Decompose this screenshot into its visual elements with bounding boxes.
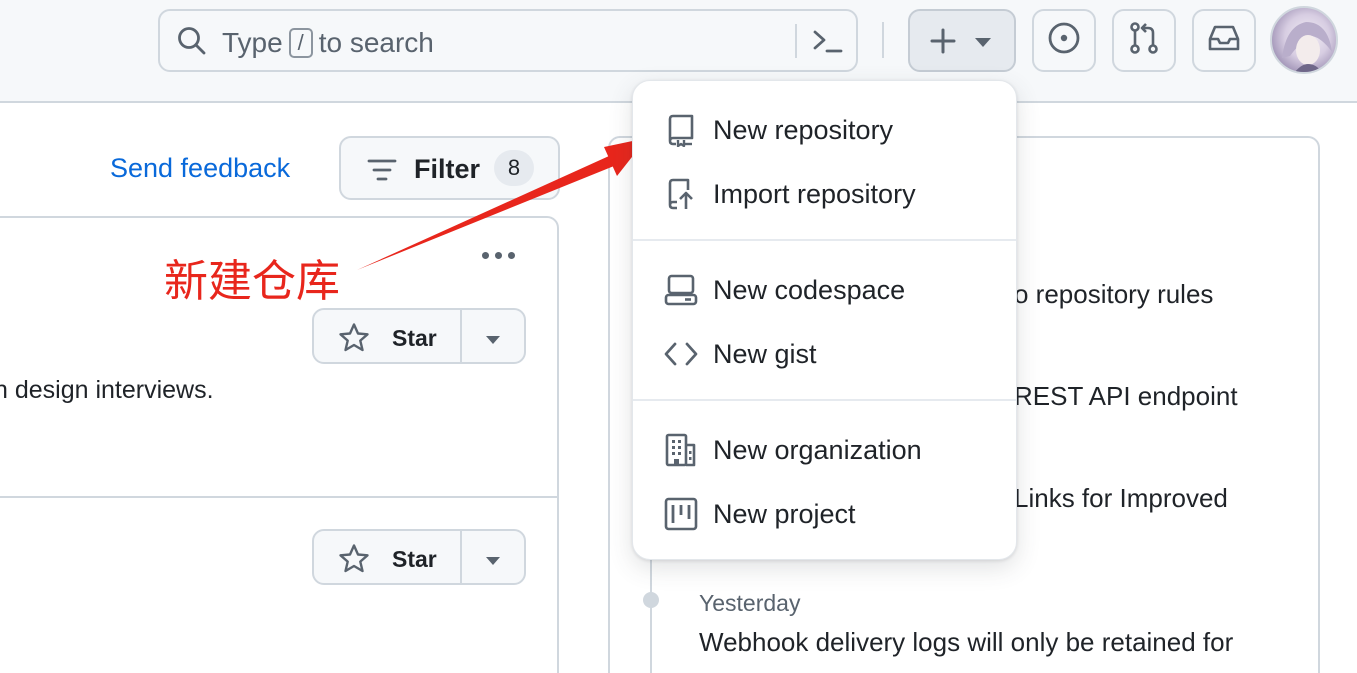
star-icon: [338, 322, 370, 359]
star-divider: [460, 531, 462, 583]
search-divider: [795, 24, 797, 58]
search-input[interactable]: Type / to search: [158, 9, 858, 72]
create-new-menu: New repository Import repository New cod…: [632, 80, 1017, 560]
search-shortcut-key: /: [288, 28, 313, 58]
menu-divider: [633, 239, 1016, 241]
star-button[interactable]: Star: [312, 308, 526, 364]
caret-down-icon[interactable]: [485, 332, 501, 350]
inbox-button[interactable]: [1192, 9, 1256, 72]
project-icon: [664, 497, 698, 531]
pull-requests-icon: [1128, 21, 1160, 60]
send-feedback-link[interactable]: Send feedback: [110, 153, 290, 184]
code-icon: [664, 337, 698, 371]
menu-item-new-project[interactable]: New project: [633, 485, 1016, 543]
star-label: Star: [392, 325, 437, 351]
user-avatar[interactable]: [1270, 6, 1338, 74]
card-divider: [0, 496, 557, 498]
menu-item-new-codespace[interactable]: New codespace: [633, 261, 1016, 319]
command-palette-icon[interactable]: [812, 27, 844, 62]
menu-item-import-repository[interactable]: Import repository: [633, 165, 1016, 223]
filter-icon: [367, 158, 397, 187]
menu-item-label: New codespace: [713, 275, 906, 305]
filter-count-badge: 8: [494, 150, 534, 186]
repo-push-icon: [664, 177, 698, 211]
plus-icon: [930, 28, 956, 59]
menu-item-label: New repository: [713, 115, 894, 145]
menu-item-label: Import repository: [713, 179, 916, 209]
menu-item-label: New gist: [713, 339, 817, 369]
menu-item-new-organization[interactable]: New organization: [633, 421, 1016, 479]
star-button[interactable]: Star: [312, 529, 526, 585]
search-icon: [176, 25, 208, 62]
issues-icon: [1047, 21, 1081, 60]
changelog-item-text[interactable]: Webhook delivery logs will only be retai…: [699, 627, 1233, 658]
search-placeholder: Type / to search: [222, 27, 434, 58]
changelog-item-text[interactable]: REST API endpoint: [1014, 381, 1238, 412]
avatar-illustration: [1282, 22, 1332, 72]
timeline-dot: [643, 592, 659, 608]
changelog-item-text[interactable]: o repository rules: [1014, 279, 1213, 310]
caret-down-icon[interactable]: [485, 553, 501, 571]
star-label: Star: [392, 546, 437, 572]
repo-icon: [664, 113, 698, 148]
menu-item-label: New project: [713, 499, 856, 529]
inbox-icon: [1207, 23, 1241, 58]
kebab-menu-icon[interactable]: [482, 252, 515, 259]
header-divider: [882, 22, 884, 58]
filter-button[interactable]: Filter 8: [339, 136, 560, 200]
star-divider: [460, 310, 462, 362]
changelog-item-text[interactable]: Links for Improved: [1014, 483, 1228, 514]
annotation-label: 新建仓库: [164, 256, 340, 307]
menu-item-label: New organization: [713, 435, 922, 465]
menu-item-new-repository[interactable]: New repository: [633, 101, 1016, 159]
issues-button[interactable]: [1032, 9, 1096, 72]
menu-divider: [633, 399, 1016, 401]
organization-icon: [664, 433, 698, 467]
star-icon: [338, 543, 370, 580]
pull-requests-button[interactable]: [1112, 9, 1176, 72]
changelog-date: Yesterday: [699, 590, 801, 616]
create-new-button[interactable]: [908, 9, 1016, 72]
caret-down-icon: [974, 36, 992, 54]
repo-description: n design interviews.: [0, 376, 214, 404]
menu-item-new-gist[interactable]: New gist: [633, 325, 1016, 383]
filter-label: Filter: [414, 154, 481, 184]
codespaces-icon: [664, 273, 698, 307]
